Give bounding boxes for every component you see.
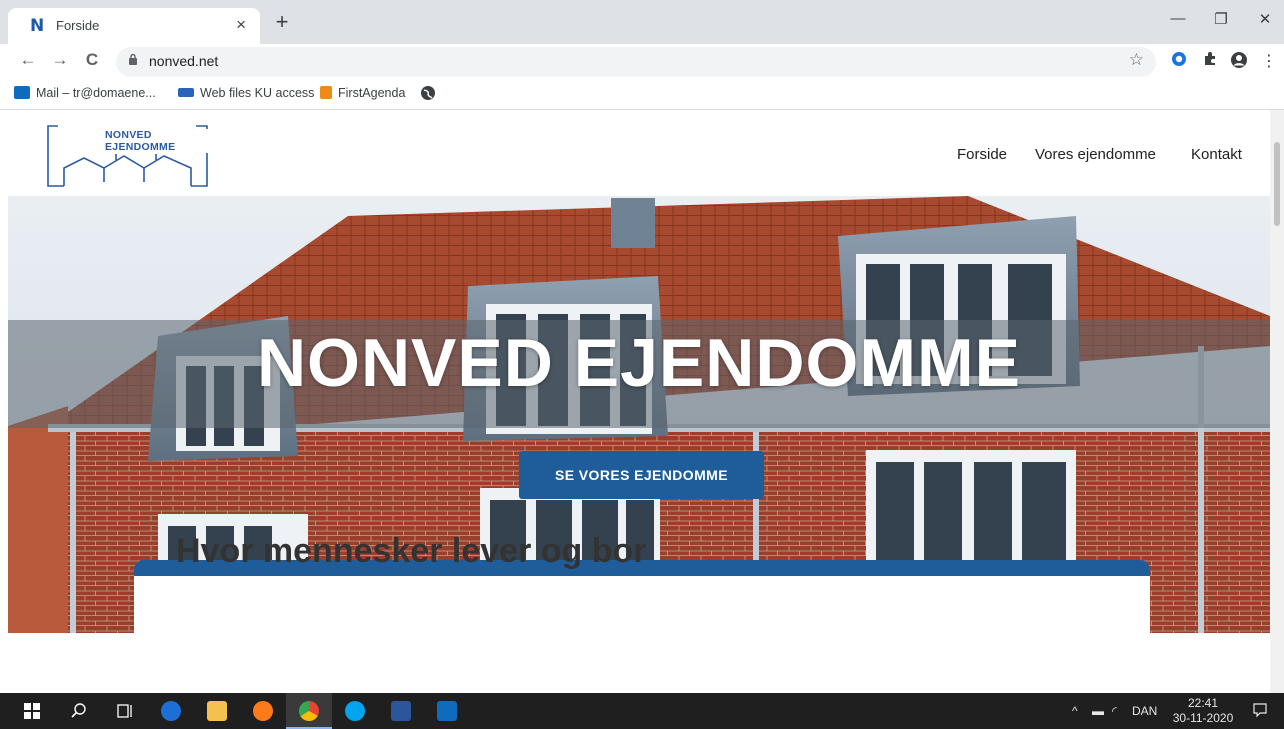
clock[interactable]: 22:41 30-11-2020 (1170, 696, 1236, 726)
new-tab-button[interactable]: + (268, 9, 296, 35)
battery-icon[interactable]: ▬ (1092, 704, 1104, 718)
bookmark-label: FirstAgenda (338, 86, 406, 100)
tab-close-icon[interactable]: × (236, 15, 246, 35)
windows-icon (24, 703, 40, 719)
bookmark-mail[interactable]: Mail – tr@domaene... (14, 86, 156, 100)
se-vores-ejendomme-button[interactable]: SE VORES EJENDOMME (519, 451, 764, 499)
tab-title: Forside (56, 18, 100, 33)
site-favicon-icon: N (30, 16, 45, 36)
nav-forside[interactable]: Forside (957, 146, 1007, 163)
bookmark-star-icon[interactable]: ☆ (1129, 50, 1144, 70)
show-hidden-icons-button[interactable]: ^ (1072, 704, 1078, 718)
taskbar-chrome[interactable] (286, 693, 332, 729)
language-indicator[interactable]: DAN (1132, 704, 1157, 718)
taskbar-edge[interactable] (148, 693, 194, 729)
bookmarks-bar: Mail – tr@domaene... Web files KU access… (0, 80, 1284, 110)
ie-edge-icon (161, 701, 181, 721)
taskbar-outlook[interactable] (424, 693, 470, 729)
windows-taskbar: ^ ▬ ◜ DAN 22:41 30-11-2020 (0, 693, 1284, 729)
minimize-button[interactable]: — (1163, 10, 1193, 27)
profile-avatar-icon[interactable] (1228, 51, 1250, 74)
start-button[interactable] (10, 693, 56, 729)
firstagenda-icon (320, 86, 332, 99)
taskbar-firefox[interactable] (240, 693, 286, 729)
browser-toolbar: ← → C nonved.net ☆ ⋮ (0, 44, 1284, 80)
word-icon (391, 701, 411, 721)
taskbar-skype[interactable] (332, 693, 378, 729)
extension-o-icon[interactable] (1168, 51, 1190, 72)
window-close-button[interactable]: ✕ (1250, 10, 1280, 28)
bookmark-firstagenda[interactable]: FirstAgenda (320, 86, 405, 100)
wifi-icon[interactable]: ◜ (1112, 704, 1117, 718)
restore-button[interactable]: ❐ (1206, 10, 1236, 28)
taskbar-word[interactable] (378, 693, 424, 729)
nav-vores-ejendomme[interactable]: Vores ejendomme (1035, 146, 1156, 163)
clock-date: 30-11-2020 (1172, 711, 1234, 725)
skype-icon (345, 701, 365, 721)
file-explorer-icon (207, 701, 227, 721)
bookmark-label: Mail – tr@domaene... (36, 86, 156, 100)
page-scrollbar[interactable] (1270, 110, 1284, 693)
chrome-menu-icon[interactable]: ⋮ (1258, 51, 1280, 71)
section-heading: Hvor mennesker lever og bor (176, 532, 647, 570)
back-button[interactable]: ← (16, 50, 40, 70)
firefox-icon (253, 701, 273, 721)
outlook-icon (14, 86, 30, 99)
bookmark-web-files[interactable]: Web files KU access (178, 86, 314, 100)
tab-forside[interactable]: N Forside × (8, 8, 260, 44)
notifications-icon[interactable] (1252, 702, 1268, 721)
task-view-button[interactable] (102, 693, 148, 729)
content-card (134, 576, 1150, 693)
lock-icon (128, 53, 138, 68)
ku-access-icon (178, 88, 194, 97)
extensions-puzzle-icon[interactable] (1199, 51, 1221, 72)
web-page: NONVED EJENDOMME Forside Vores ejendomme… (8, 110, 1270, 693)
forward-button[interactable]: → (48, 50, 72, 70)
nav-kontakt[interactable]: Kontakt (1191, 146, 1242, 163)
bookmark-label: Web files KU access (200, 86, 315, 100)
search-icon (71, 703, 86, 718)
logo-text: NONVED EJENDOMME (102, 129, 211, 153)
task-view-icon (117, 704, 132, 718)
chrome-icon (299, 701, 319, 721)
search-button[interactable] (56, 693, 102, 729)
hero-title: NONVED EJENDOMME (256, 325, 1022, 401)
url-text: nonved.net (149, 53, 219, 69)
bookmark-globe-icon[interactable] (420, 85, 436, 104)
tab-strip: N Forside × + — ❐ ✕ (0, 0, 1284, 44)
address-bar[interactable]: nonved.net ☆ (116, 47, 1156, 77)
site-logo[interactable]: NONVED EJENDOMME (46, 118, 211, 188)
clock-time: 22:41 (1187, 696, 1219, 710)
taskbar-explorer[interactable] (194, 693, 240, 729)
reload-button[interactable]: C (80, 50, 104, 70)
outlook-icon (437, 701, 457, 721)
scrollbar-thumb[interactable] (1274, 142, 1280, 226)
